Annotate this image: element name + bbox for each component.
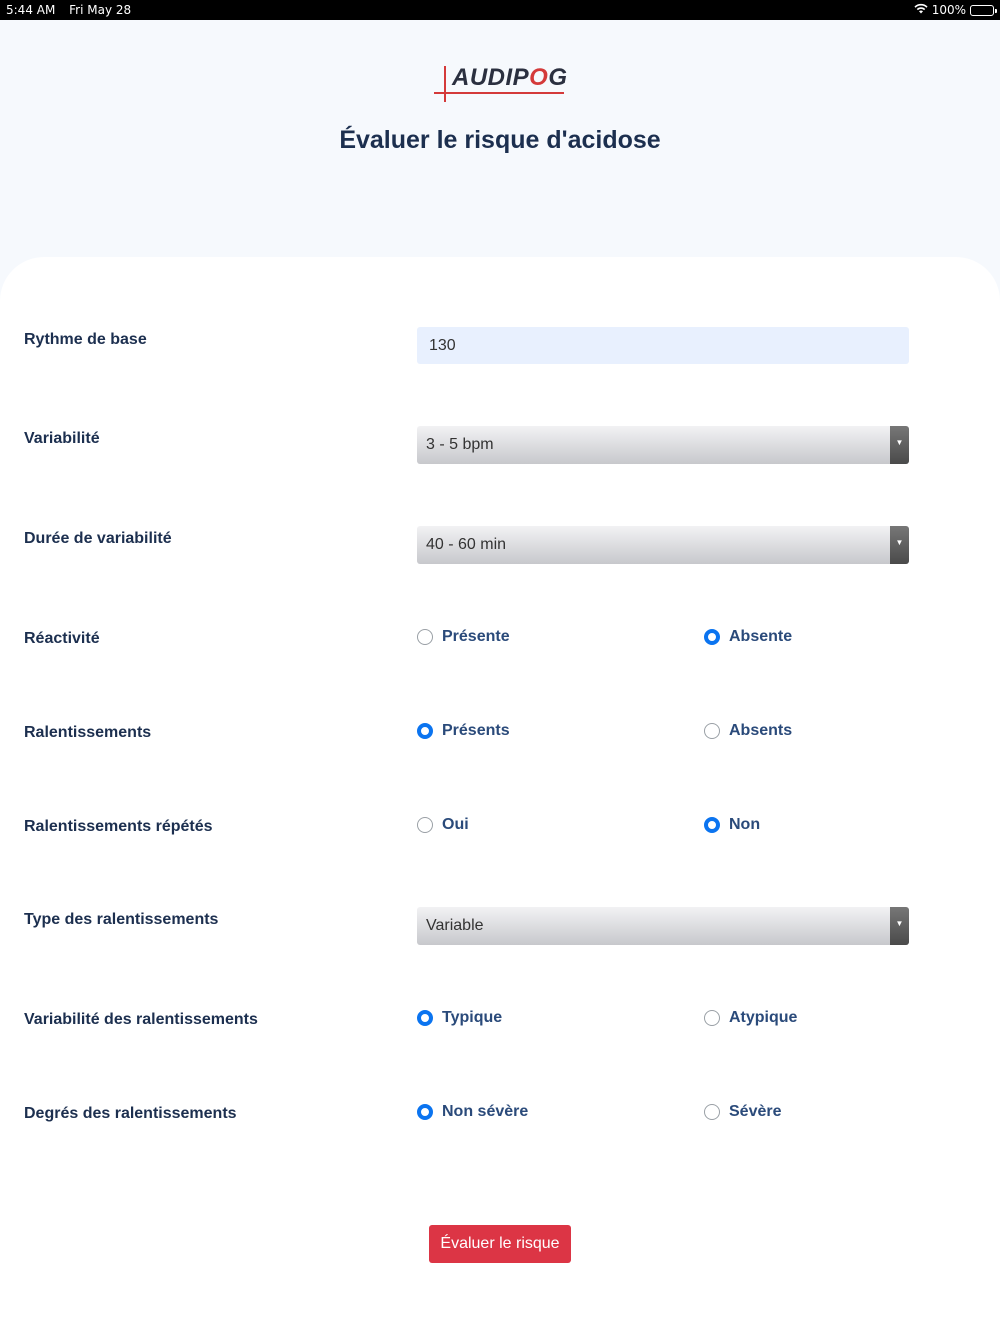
row-variabilite-ralentissements: Variabilité des ralentissements Typique … (0, 1009, 1000, 1049)
row-duree: Durée de variabilité 40 - 60 min ▼ (0, 526, 1000, 566)
radio-unchecked-icon (704, 1104, 720, 1120)
radio-checked-icon (704, 629, 720, 645)
radio-ralentissements-presents[interactable]: Présents (417, 722, 510, 740)
radio-typique[interactable]: Typique (417, 1009, 502, 1027)
radio-ralentissements-absents[interactable]: Absents (704, 722, 792, 740)
radio-repetes-non[interactable]: Non (704, 816, 760, 834)
form-card (0, 257, 1000, 1334)
status-bar: 5:44 AM Fri May 28 100% (0, 0, 1000, 20)
dropdown-arrow-icon: ▼ (890, 526, 909, 564)
dropdown-arrow-icon: ▼ (890, 907, 909, 945)
variabilite-value: 3 - 5 bpm (426, 436, 494, 453)
radio-unchecked-icon (417, 817, 433, 833)
row-rythme: Rythme de base (0, 327, 1000, 367)
radio-checked-icon (417, 1010, 433, 1026)
rythme-label: Rythme de base (24, 331, 147, 348)
radio-checked-icon (417, 1104, 433, 1120)
status-time: 5:44 AM (6, 3, 56, 17)
wifi-icon (914, 3, 928, 17)
duree-value: 40 - 60 min (426, 536, 507, 553)
radio-severe[interactable]: Sévère (704, 1103, 782, 1121)
variabilite-select[interactable]: 3 - 5 bpm ▼ (417, 426, 909, 464)
radio-unchecked-icon (704, 1010, 720, 1026)
battery-percent: 100% (931, 3, 966, 17)
evaluate-risk-button[interactable]: Évaluer le risque (429, 1225, 571, 1263)
page-title: Évaluer le risque d'acidose (339, 126, 661, 154)
dropdown-arrow-icon: ▼ (890, 426, 909, 464)
audipog-logo: AUDIPOG (432, 64, 572, 104)
reactivite-label: Réactivité (24, 630, 100, 647)
row-degres: Degrés des ralentissements Non sévère Sé… (0, 1103, 1000, 1143)
degres-label: Degrés des ralentissements (24, 1105, 237, 1122)
ralentissements-label: Ralentissements (24, 724, 152, 741)
header: AUDIPOG Évaluer le risque d'acidose (0, 20, 1000, 260)
row-variabilite: Variabilité 3 - 5 bpm ▼ (0, 426, 1000, 466)
radio-reactivite-presente[interactable]: Présente (417, 628, 510, 646)
type-value: Variable (426, 917, 484, 934)
radio-checked-icon (704, 817, 720, 833)
type-label: Type des ralentissements (24, 911, 219, 928)
duree-select[interactable]: 40 - 60 min ▼ (417, 526, 909, 564)
radio-repetes-oui[interactable]: Oui (417, 816, 469, 834)
variabilite-ral-label: Variabilité des ralentissements (24, 1011, 258, 1028)
radio-unchecked-icon (417, 629, 433, 645)
battery-icon (970, 4, 997, 16)
radio-checked-icon (417, 723, 433, 739)
status-date: Fri May 28 (69, 3, 132, 17)
row-ralentissements: Ralentissements Présents Absents (0, 722, 1000, 762)
radio-non-severe[interactable]: Non sévère (417, 1103, 528, 1121)
radio-reactivite-absente[interactable]: Absente (704, 628, 792, 646)
variabilite-label: Variabilité (24, 430, 100, 447)
duree-label: Durée de variabilité (24, 530, 172, 547)
type-select[interactable]: Variable ▼ (417, 907, 909, 945)
radio-unchecked-icon (704, 723, 720, 739)
rythme-input[interactable] (417, 327, 909, 364)
radio-atypique[interactable]: Atypique (704, 1009, 797, 1027)
row-repetes: Ralentissements répétés Oui Non (0, 816, 1000, 856)
repetes-label: Ralentissements répétés (24, 818, 213, 835)
row-type: Type des ralentissements Variable ▼ (0, 907, 1000, 947)
row-reactivite: Réactivité Présente Absente (0, 628, 1000, 668)
